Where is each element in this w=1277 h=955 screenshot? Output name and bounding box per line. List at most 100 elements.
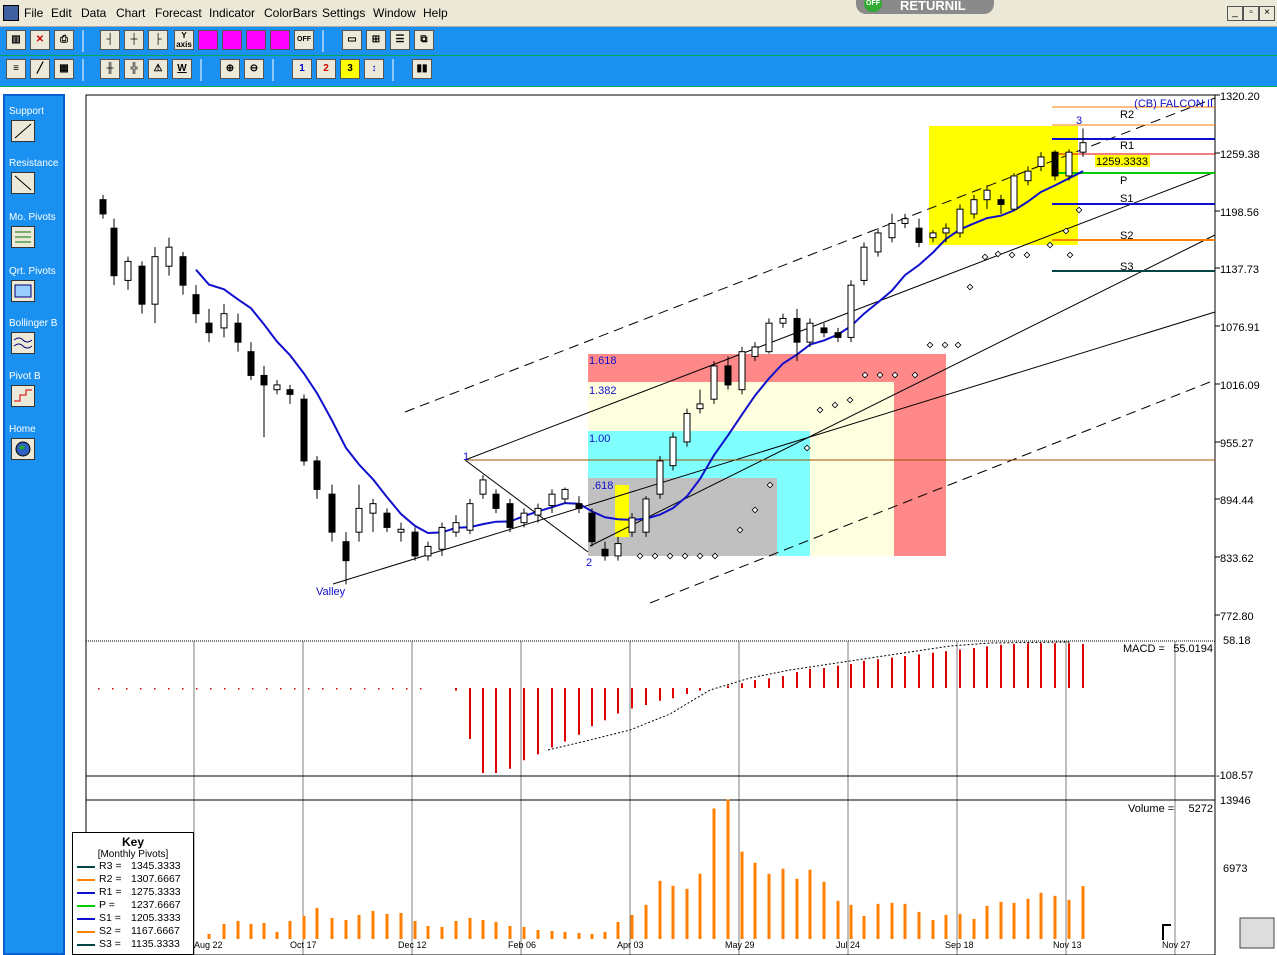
price-axis-label: 1076.91: [1220, 322, 1260, 334]
quarterly-pivots-icon[interactable]: [11, 280, 35, 302]
candle-body: [138, 265, 146, 305]
menu-settings[interactable]: Settings: [322, 6, 365, 20]
wave-3-icon[interactable]: 3: [340, 59, 360, 79]
off-icon: OFF: [864, 0, 882, 12]
volume-label: Volume =: [1128, 803, 1174, 815]
zoom-in-icon[interactable]: ⊕: [220, 59, 240, 79]
bars-view-icon[interactable]: ▮▮: [412, 59, 432, 79]
close-chart-icon[interactable]: ✕: [30, 30, 50, 50]
candle-body: [466, 503, 474, 531]
macd-dot: [350, 688, 352, 690]
candle-body: [383, 512, 391, 528]
lines-icon[interactable]: ≡: [6, 59, 26, 79]
grid-icon[interactable]: ▦: [54, 59, 74, 79]
off-toggle-icon[interactable]: OFF: [294, 30, 314, 50]
monthly-pivots-icon[interactable]: [11, 226, 35, 248]
resistance-line-icon[interactable]: [11, 172, 35, 194]
bars-center-icon[interactable]: ┼: [124, 30, 144, 50]
w-pattern-icon[interactable]: W: [172, 59, 192, 79]
key-row-value: 1167.6667: [131, 925, 180, 937]
candle-body: [179, 256, 187, 286]
sidebar-item-label: Mo. Pivots: [9, 212, 56, 223]
macd-dot: [406, 688, 408, 690]
candle-body: [1010, 175, 1018, 210]
macd-dot: [168, 688, 170, 690]
x-axis-label: Sep 18: [945, 940, 974, 950]
bollinger-icon[interactable]: [11, 332, 35, 354]
color-1-icon[interactable]: [198, 30, 218, 50]
menu-indicator[interactable]: Indicator: [209, 6, 255, 20]
candle-body: [1051, 151, 1059, 177]
restore-icon[interactable]: ▫: [1243, 6, 1259, 21]
price-axis-label: 1198.56: [1220, 207, 1259, 219]
macd-dot: [154, 688, 156, 690]
menu-forecast[interactable]: Forecast: [155, 6, 202, 20]
key-row: S1 = 1205.3333: [73, 912, 193, 925]
chart-area[interactable]: (CB) FALCON II R2 R1 P S1 S2 S3 1259.333…: [70, 90, 1277, 955]
menu-window[interactable]: Window: [373, 6, 416, 20]
candle-body: [724, 365, 732, 386]
window-2-icon[interactable]: ⊞: [366, 30, 386, 50]
color-2-icon[interactable]: [222, 30, 242, 50]
macd-dot: [420, 688, 422, 690]
macd-dot: [294, 688, 296, 690]
cycle-icon[interactable]: ↕: [364, 59, 384, 79]
close-icon[interactable]: ×: [1259, 6, 1275, 21]
returnil-banner[interactable]: OFF RETURNIL: [856, 0, 994, 14]
ohlc-icon[interactable]: ╫: [100, 59, 120, 79]
bars-left-icon[interactable]: ┤: [100, 30, 120, 50]
sidebar-item-label: Support: [9, 106, 45, 117]
y-axis-icon[interactable]: Yaxis: [174, 30, 194, 50]
key-row-name: R1 =: [99, 886, 122, 898]
pivot-label-r1: R1: [1120, 140, 1134, 152]
candle-body: [273, 384, 281, 391]
sidebar-item-label: Pivot B: [9, 371, 41, 382]
menu-file[interactable]: File: [24, 6, 43, 20]
tray-widget-icon[interactable]: [1239, 917, 1275, 949]
macd-dot: [238, 688, 240, 690]
support-line-icon[interactable]: [11, 120, 35, 142]
candle-body: [1024, 170, 1032, 182]
macd-dot: [98, 688, 100, 690]
warning-icon[interactable]: ⚠: [148, 59, 168, 79]
menu-chart[interactable]: Chart: [116, 6, 145, 20]
candle-body: [1065, 151, 1073, 177]
macd-dot: [364, 688, 366, 690]
x-axis-label: Jul 24: [836, 940, 860, 950]
app-icon[interactable]: [3, 5, 19, 21]
menu-colorbars[interactable]: ColorBars: [264, 6, 317, 20]
print-icon[interactable]: ⎙: [54, 30, 74, 50]
key-row-name: P =: [99, 899, 115, 911]
wave-2-icon[interactable]: 2: [316, 59, 336, 79]
candle-body: [342, 541, 350, 562]
window-3-icon[interactable]: ☰: [390, 30, 410, 50]
chart-svg[interactable]: (CB) FALCON II R2 R1 P S1 S2 S3 1259.333…: [70, 90, 1277, 955]
wave-label-2: 2: [586, 557, 592, 569]
zoom-out-icon[interactable]: ⊖: [244, 59, 264, 79]
wave-1-icon[interactable]: 1: [292, 59, 312, 79]
macd-dot: [378, 688, 380, 690]
candle-body: [669, 436, 677, 467]
pivot-bands-icon[interactable]: [11, 385, 35, 407]
trendline-icon[interactable]: ╱: [30, 59, 50, 79]
window-1-icon[interactable]: ▭: [342, 30, 362, 50]
fib-label-618: .618: [592, 480, 613, 492]
minimize-icon[interactable]: _: [1227, 6, 1243, 21]
crosshair-icon[interactable]: ╬: [124, 59, 144, 79]
menu-edit[interactable]: Edit: [51, 6, 72, 20]
candle-body: [983, 189, 991, 201]
color-3-icon[interactable]: [246, 30, 266, 50]
macd-axis-label: 58.18: [1223, 635, 1251, 647]
bars-right-icon[interactable]: ├: [148, 30, 168, 50]
candle-body: [300, 398, 308, 462]
menu-data[interactable]: Data: [81, 6, 106, 20]
color-4-icon[interactable]: [270, 30, 290, 50]
fib-label-1618: 1.618: [589, 355, 617, 367]
bar-chart-icon[interactable]: ▥: [6, 30, 26, 50]
window-4-icon[interactable]: ⧉: [414, 30, 434, 50]
menu-help[interactable]: Help: [423, 6, 448, 20]
price-ticks: [1215, 94, 1220, 616]
sidebar: Support Resistance Mo. Pivots Qrt. Pivot…: [3, 94, 65, 955]
candle-body: [765, 322, 773, 353]
home-globe-icon[interactable]: [11, 438, 35, 460]
